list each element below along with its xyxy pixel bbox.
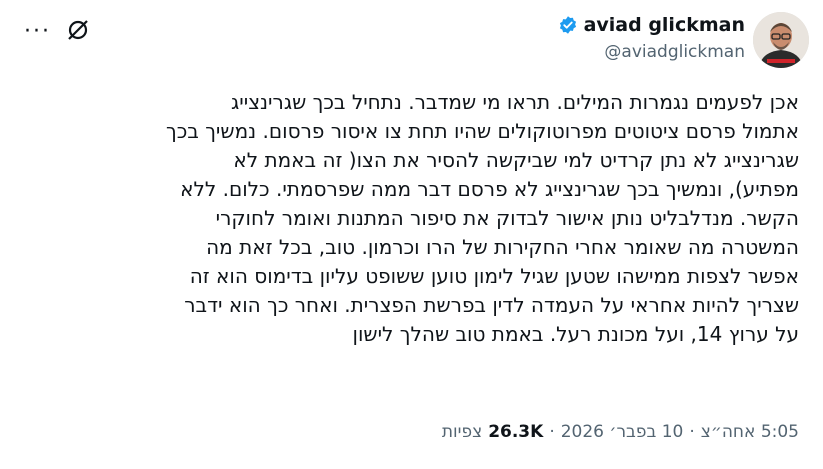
author-block[interactable]: aviad glickman @aviadglickman [558, 14, 745, 62]
grok-icon[interactable] [66, 18, 90, 42]
avatar-image [753, 12, 809, 68]
tweet-time[interactable]: 5:05 אחה״צ [701, 422, 799, 442]
avatar[interactable] [753, 12, 809, 68]
views-count: 26.3K [488, 422, 544, 442]
author-display-name[interactable]: aviad glickman [584, 14, 745, 36]
meta-separator: · [689, 422, 695, 442]
tweet-meta: 5:05 אחה״צ · 10 בפבר׳ 2026 · 26.3K צפיות [442, 422, 799, 442]
tweet-date[interactable]: 10 בפבר׳ 2026 [561, 422, 684, 442]
more-icon[interactable]: ··· [24, 21, 51, 43]
tweet-card: ··· aviad glickman @aviadglickman אכן לפ… [0, 0, 823, 469]
meta-separator-2: · [549, 422, 555, 442]
author-handle[interactable]: @aviadglickman [558, 42, 745, 62]
verified-badge-icon [559, 16, 576, 34]
views-label: צפיות [441, 422, 483, 442]
tweet-text: אכן לפעמים נגמרות המילים. תראו מי שמדבר.… [165, 90, 799, 346]
